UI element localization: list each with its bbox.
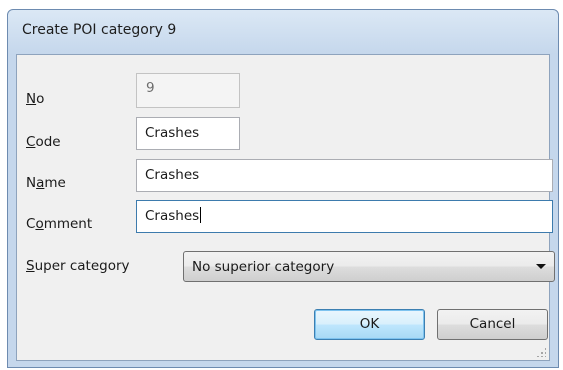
title-bar[interactable]: Create POI category 9 (8, 10, 558, 52)
code-label: Code (26, 134, 61, 150)
name-field[interactable]: Crashes (136, 159, 553, 192)
super-category-label: Super category (26, 258, 130, 274)
no-label: No (26, 91, 45, 107)
resize-grip-icon[interactable] (536, 347, 546, 357)
window-title: Create POI category 9 (22, 22, 177, 38)
chevron-down-icon (536, 264, 546, 269)
ok-button[interactable]: OK (314, 309, 425, 340)
comment-field[interactable]: Crashes (136, 200, 553, 233)
dialog-body: No 9 Code Crashes Name Crashes Comment C… (16, 54, 555, 361)
text-caret (200, 207, 202, 223)
comment-label: Comment (26, 216, 93, 232)
name-label: Name (26, 175, 66, 191)
code-field[interactable]: Crashes (136, 117, 240, 150)
dialog-window: Create POI category 9 No 9 Code Crashes … (7, 9, 559, 368)
super-category-select[interactable]: No superior category (183, 251, 555, 282)
cancel-button[interactable]: Cancel (437, 309, 548, 340)
no-field: 9 (136, 73, 240, 108)
super-category-selected: No superior category (192, 259, 335, 275)
